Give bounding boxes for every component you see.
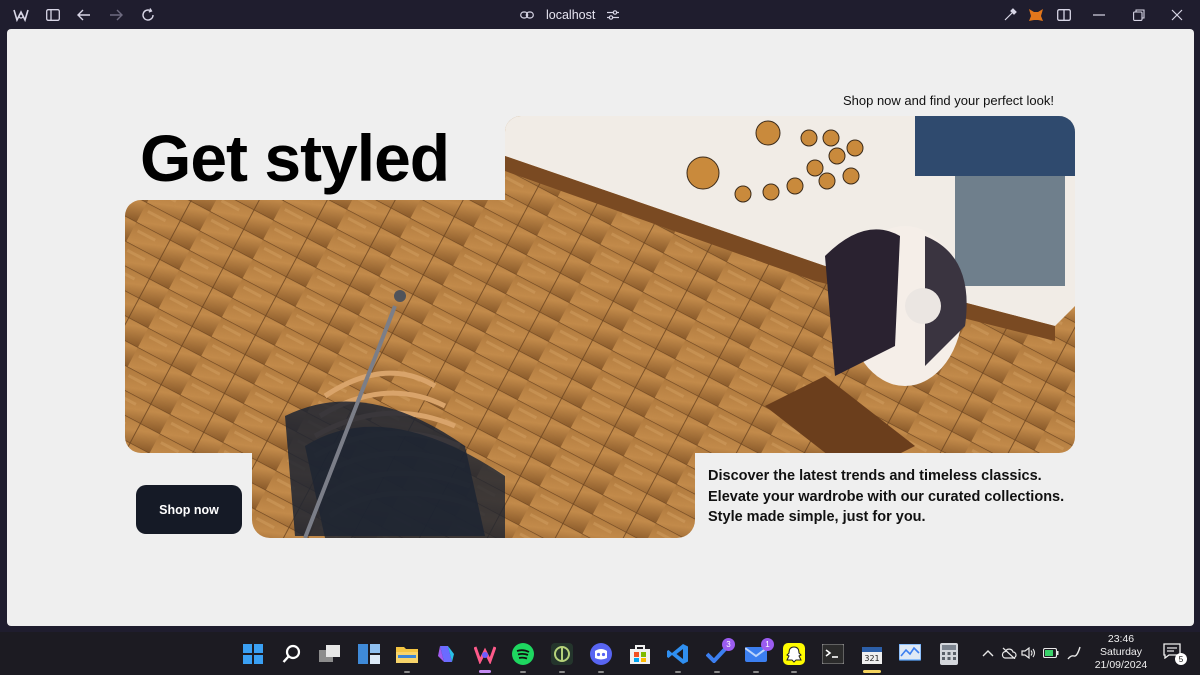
hero-tagline: Shop now and find your perfect look!: [842, 93, 1054, 108]
minimize-icon[interactable]: [1091, 7, 1107, 23]
description-line: Elevate your wardrobe with our curated c…: [708, 488, 1065, 505]
browser-logo-icon[interactable]: [13, 7, 29, 23]
metamask-extension-icon[interactable]: [1028, 7, 1044, 23]
hero-title: Get styled: [140, 121, 450, 195]
terminal-icon[interactable]: [821, 642, 845, 666]
spotify-icon[interactable]: [511, 642, 535, 673]
back-icon[interactable]: [76, 7, 92, 23]
url-text[interactable]: localhost: [546, 8, 595, 22]
forward-icon[interactable]: [108, 7, 124, 23]
volume-icon[interactable]: [1021, 642, 1037, 664]
windows-start-icon[interactable]: [241, 642, 265, 666]
reload-icon[interactable]: [140, 7, 156, 23]
app-icon[interactable]: [550, 642, 574, 673]
split-view-icon[interactable]: [1056, 7, 1072, 23]
snapchat-icon[interactable]: [782, 642, 806, 673]
file-explorer-icon[interactable]: [395, 642, 419, 673]
widgets-icon[interactable]: [357, 642, 381, 666]
calendar-icon[interactable]: 321: [860, 642, 884, 673]
todo-badge: 3: [722, 638, 735, 651]
task-view-icon[interactable]: [318, 642, 342, 666]
mail-badge: 1: [761, 638, 774, 651]
notification-count-badge: 5: [1175, 653, 1187, 665]
search-icon[interactable]: [280, 642, 304, 666]
copilot-icon[interactable]: [434, 642, 458, 666]
clock-time: 23:46: [1107, 633, 1135, 645]
clock-day: Saturday: [1099, 646, 1143, 658]
clock-date: 21/09/2024: [1094, 659, 1148, 671]
discord-icon[interactable]: [589, 642, 613, 673]
site-settings-icon[interactable]: [607, 10, 620, 20]
description-line: Discover the latest trends and timeless …: [708, 468, 1042, 484]
restore-icon[interactable]: [1131, 7, 1147, 23]
calculator-icon[interactable]: [937, 642, 961, 666]
cloud-offline-icon[interactable]: [1001, 642, 1017, 664]
eyedropper-icon[interactable]: [1002, 7, 1018, 23]
todo-icon[interactable]: 3: [705, 638, 735, 673]
browser-toolbar: localhost: [0, 0, 1200, 30]
chevron-up-icon[interactable]: [980, 642, 996, 664]
shop-now-button[interactable]: Shop now: [136, 485, 242, 534]
address-bar[interactable]: localhost: [520, 6, 620, 24]
hero-image: [125, 200, 1075, 453]
sidebar-toggle-icon[interactable]: [45, 7, 61, 23]
battery-icon[interactable]: [1043, 642, 1059, 664]
browser-icon[interactable]: [473, 642, 497, 673]
web-page: Shop now and find your perfect look! Get…: [7, 29, 1194, 626]
vscode-icon[interactable]: [666, 642, 690, 673]
description-line: Style made simple, just for you.: [708, 509, 926, 525]
store-icon[interactable]: [628, 642, 652, 666]
close-icon[interactable]: [1169, 7, 1185, 23]
taskbar: 3 1 321: [0, 632, 1200, 675]
system-clock[interactable]: 23:46 Saturday 21/09/2024: [1090, 633, 1152, 672]
hero-image-bottom: [252, 449, 695, 538]
link-icon: [520, 10, 534, 20]
mail-icon[interactable]: 1: [744, 638, 774, 673]
pen-icon[interactable]: [1066, 642, 1082, 664]
monitor-icon[interactable]: [898, 642, 922, 666]
hero-description: Discover the latest trends and timeless …: [708, 466, 1088, 528]
svg-text:321: 321: [864, 654, 879, 663]
